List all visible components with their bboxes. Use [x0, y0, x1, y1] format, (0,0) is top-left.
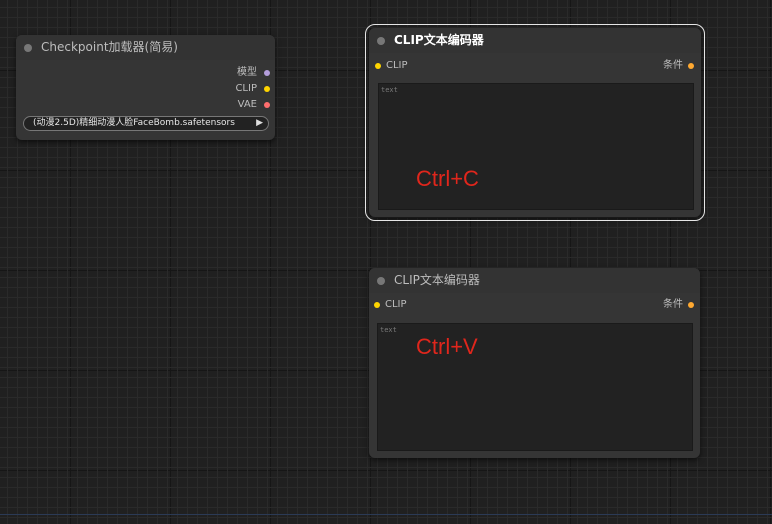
annotation-copy: Ctrl+C — [416, 166, 479, 191]
input-label: CLIP — [386, 60, 408, 71]
input-slot-clip[interactable]: CLIP — [375, 60, 408, 72]
output-slot-vae[interactable]: VAE — [237, 99, 270, 111]
node-title-bar[interactable]: Checkpoint加载器(简易) — [16, 35, 275, 60]
node-title-bar[interactable]: CLIP文本编码器 — [369, 28, 701, 53]
input-pin-icon[interactable] — [374, 302, 380, 308]
text-placeholder: text — [380, 326, 397, 334]
node-title: CLIP文本编码器 — [394, 33, 484, 47]
output-label: VAE — [237, 99, 257, 110]
output-label: 条件 — [663, 60, 683, 71]
output-slot-clip[interactable]: CLIP — [235, 83, 270, 95]
collapse-dot-icon[interactable] — [24, 44, 32, 52]
output-slot-model[interactable]: 模型 — [237, 67, 270, 79]
output-label: CLIP — [235, 83, 257, 94]
collapse-dot-icon[interactable] — [377, 37, 385, 45]
clip-text-encoder-node-pasted[interactable]: CLIP文本编码器 CLIP 条件 text — [369, 268, 700, 458]
graph-canvas[interactable]: Checkpoint加载器(简易) 模型 CLIP VAE (动漫2.5D)精细… — [0, 0, 772, 524]
ckpt-name-combo[interactable]: (动漫2.5D)精细动漫人脸FaceBomb.safetensors ▶ — [23, 116, 269, 131]
output-pin-icon[interactable] — [264, 102, 270, 108]
ckpt-name-value: (动漫2.5D)精细动漫人脸FaceBomb.safetensors — [33, 118, 235, 128]
output-pin-icon[interactable] — [264, 70, 270, 76]
input-label: CLIP — [385, 299, 407, 310]
annotation-paste: Ctrl+V — [416, 334, 478, 359]
text-placeholder: text — [381, 86, 398, 94]
output-pin-icon[interactable] — [688, 302, 694, 308]
node-title-bar[interactable]: CLIP文本编码器 — [369, 268, 700, 293]
output-pin-icon[interactable] — [688, 63, 694, 69]
canvas-bottom-divider — [0, 514, 772, 515]
node-title: Checkpoint加载器(简易) — [41, 40, 178, 54]
checkpoint-loader-node[interactable]: Checkpoint加载器(简易) 模型 CLIP VAE (动漫2.5D)精细… — [16, 35, 275, 140]
output-slot-conditioning[interactable]: 条件 — [663, 60, 694, 72]
output-label: 条件 — [663, 299, 683, 310]
collapse-dot-icon[interactable] — [377, 277, 385, 285]
output-slot-conditioning[interactable]: 条件 — [663, 299, 694, 311]
input-pin-icon[interactable] — [375, 63, 381, 69]
node-title: CLIP文本编码器 — [394, 273, 480, 287]
input-slot-clip[interactable]: CLIP — [374, 299, 407, 311]
output-pin-icon[interactable] — [264, 86, 270, 92]
output-label: 模型 — [237, 67, 257, 78]
combo-arrow-icon[interactable]: ▶ — [256, 117, 263, 130]
